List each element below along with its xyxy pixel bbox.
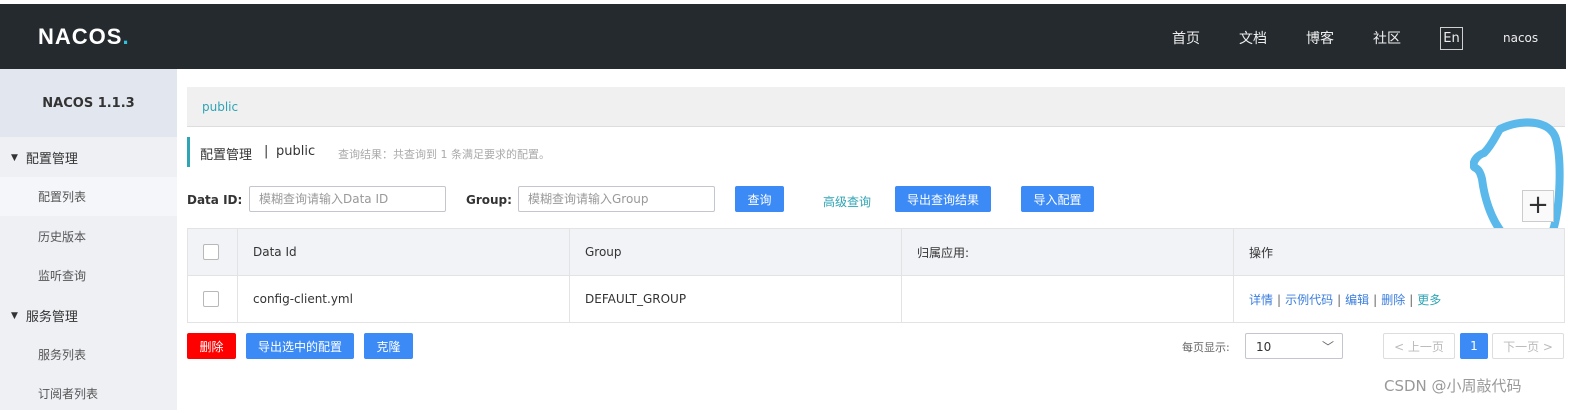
- delete-button[interactable]: 删除: [187, 333, 236, 359]
- sidebar-item-label: 服务列表: [38, 348, 87, 362]
- cell-ops: 详情 | 示例代码 | 编辑 | 删除 | 更多: [1233, 275, 1565, 323]
- add-config-button[interactable]: +: [1522, 190, 1554, 222]
- page-size-value: 10: [1256, 340, 1272, 354]
- select-all-checkbox[interactable]: [203, 244, 219, 260]
- watermark-text: CSDN @小周敲代码: [1384, 377, 1522, 395]
- table-row: config-client.yml DEFAULT_GROUP 详情 | 示例代码 |…: [187, 275, 1565, 323]
- title-separator: |: [264, 144, 269, 159]
- col-header-app: 归属应用:: [901, 228, 1234, 276]
- col-header-ops: 操作: [1233, 228, 1565, 276]
- page-title: 配置管理: [200, 148, 253, 163]
- top-navbar: NACOS. 首页 文档 博客 社区 En nacos: [0, 4, 1566, 69]
- page-size-select[interactable]: 10 ﹀: [1245, 333, 1343, 359]
- nav-home[interactable]: 首页: [1172, 28, 1200, 48]
- page-1-button[interactable]: 1: [1460, 333, 1488, 359]
- op-more-link[interactable]: 更多: [1417, 293, 1441, 307]
- query-button[interactable]: 查询: [735, 186, 784, 212]
- dataid-input[interactable]: [249, 186, 446, 212]
- query-result-text: 查询结果：共查询到 1 条满足要求的配置。: [338, 148, 550, 161]
- sidebar-item-config-list[interactable]: 配置列表: [0, 177, 177, 216]
- caret-down-icon: ▼: [11, 152, 18, 163]
- next-page-button[interactable]: 下一页 >: [1492, 333, 1564, 359]
- advanced-query-link[interactable]: 高级查询: [823, 193, 871, 210]
- op-sample-code-link[interactable]: 示例代码: [1285, 293, 1333, 307]
- nav-community[interactable]: 社区: [1373, 28, 1401, 48]
- menu-group-label: 配置管理: [25, 152, 78, 167]
- row-select-cell: [187, 275, 238, 323]
- dataid-label: Data ID:: [187, 193, 243, 207]
- chevron-down-icon: ﹀: [1322, 340, 1335, 354]
- select-all-cell: [187, 228, 238, 276]
- export-selected-button[interactable]: 导出选中的配置: [246, 333, 354, 359]
- sidebar-item-history[interactable]: 历史版本: [0, 217, 177, 256]
- group-input[interactable]: [518, 186, 715, 212]
- sidebar-item-label: 历史版本: [38, 230, 87, 244]
- cell-group: DEFAULT_GROUP: [569, 275, 902, 323]
- language-toggle[interactable]: En: [1440, 27, 1463, 50]
- op-detail-link[interactable]: 详情: [1249, 293, 1273, 307]
- sidebar-item-label: 订阅者列表: [38, 387, 99, 401]
- row-checkbox[interactable]: [203, 291, 219, 307]
- menu-group-config[interactable]: ▼ 配置管理: [0, 138, 177, 177]
- menu-group-service[interactable]: ▼ 服务管理: [0, 296, 177, 335]
- sidebar-item-listener-query[interactable]: 监听查询: [0, 256, 177, 295]
- nacos-logo[interactable]: NACOS.: [38, 24, 130, 50]
- logo-dot: .: [122, 24, 130, 49]
- page-size-label: 每页显示:: [1182, 341, 1230, 354]
- sidebar-item-service-list[interactable]: 服务列表: [0, 335, 177, 374]
- sidebar-item-label: 监听查询: [38, 269, 87, 283]
- namespace-link-public[interactable]: public: [202, 100, 238, 114]
- user-name[interactable]: nacos: [1503, 31, 1538, 45]
- prev-page-button[interactable]: < 上一页: [1383, 333, 1455, 359]
- op-delete-link[interactable]: 删除: [1381, 293, 1405, 307]
- clone-button[interactable]: 克隆: [364, 333, 413, 359]
- group-label: Group:: [466, 193, 512, 207]
- namespace-bar: public: [187, 87, 1565, 127]
- cell-dataid: config-client.yml: [237, 275, 570, 323]
- sidebar-item-subscriber-list[interactable]: 订阅者列表: [0, 374, 177, 413]
- op-edit-link[interactable]: 编辑: [1345, 293, 1369, 307]
- nav-docs[interactable]: 文档: [1239, 28, 1267, 48]
- cell-app: [901, 275, 1234, 323]
- sidebar-title: NACOS 1.1.3: [0, 69, 177, 137]
- logo-text: NACOS: [38, 24, 123, 49]
- nav-blog[interactable]: 博客: [1306, 28, 1334, 48]
- table-header-row: Data Id Group 归属应用: 操作: [187, 228, 1565, 276]
- col-header-dataid: Data Id: [237, 228, 570, 276]
- caret-down-icon: ▼: [11, 310, 18, 321]
- col-header-group: Group: [569, 228, 902, 276]
- export-query-button[interactable]: 导出查询结果: [895, 186, 991, 212]
- import-config-button[interactable]: 导入配置: [1021, 186, 1094, 212]
- page-namespace: public: [276, 144, 316, 159]
- sidebar-item-label: 配置列表: [38, 190, 87, 204]
- config-table: Data Id Group 归属应用: 操作 config-client.yml…: [187, 228, 1565, 323]
- page-title-block: 配置管理 | public 查询结果：共查询到 1 条满足要求的配置。: [187, 137, 550, 167]
- sidebar: NACOS 1.1.3 ▼ 配置管理 配置列表 历史版本 监听查询 ▼ 服务管理…: [0, 69, 177, 410]
- menu-group-label: 服务管理: [25, 310, 78, 325]
